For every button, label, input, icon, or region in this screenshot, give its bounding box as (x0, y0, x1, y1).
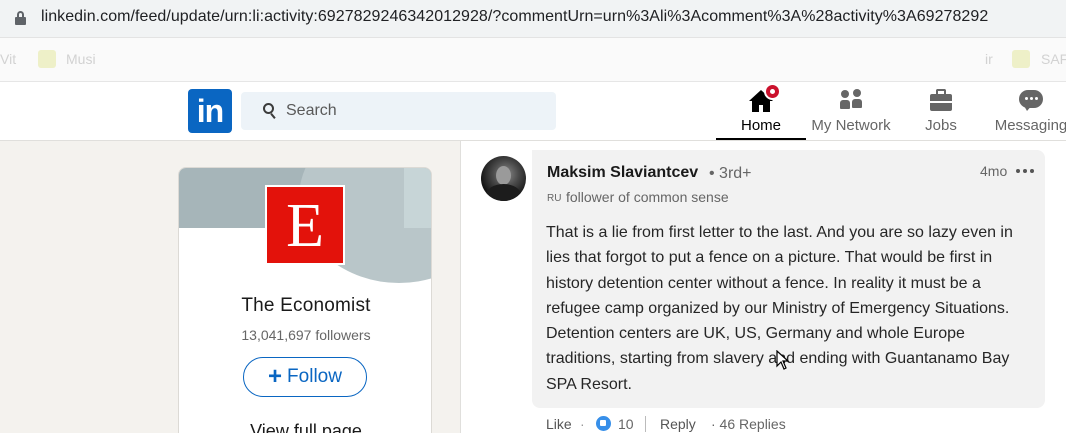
people-icon (838, 88, 864, 112)
replies-count[interactable]: · 46 Replies (711, 416, 786, 432)
bookmark-item[interactable]: Vit (0, 51, 16, 67)
follow-button[interactable]: + Follow (243, 357, 367, 397)
home-icon (748, 83, 781, 112)
nav-messaging[interactable]: Messaging (986, 82, 1066, 140)
notification-badge (764, 83, 781, 100)
country-flag: RU (547, 193, 562, 204)
nav-my-network-label: My Network (811, 117, 891, 134)
view-full-page-link[interactable]: View full page (179, 421, 431, 433)
like-button[interactable]: Like (546, 416, 572, 432)
reply-button[interactable]: Reply (660, 416, 696, 432)
author-headline: follower of common sense (566, 189, 729, 205)
company-logo[interactable]: E (265, 185, 345, 265)
mouse-cursor-icon (776, 350, 790, 370)
search-icon (263, 103, 279, 119)
browser-address-bar[interactable]: linkedin.com/feed/update/urn:li:activity… (0, 0, 1066, 38)
like-reaction-icon (596, 416, 611, 431)
search-box[interactable] (241, 92, 556, 130)
message-icon (1018, 88, 1044, 112)
plus-icon: + (268, 363, 283, 390)
nav-home-label: Home (740, 117, 781, 134)
linkedin-logo[interactable]: in (188, 89, 232, 133)
nav-home[interactable]: Home (716, 82, 806, 140)
bookmark-favicon-icon (1012, 50, 1030, 68)
lock-icon (15, 11, 26, 25)
follow-label: Follow (287, 366, 342, 387)
url-text[interactable]: linkedin.com/feed/update/urn:li:activity… (41, 8, 988, 26)
nav-my-network[interactable]: My Network (806, 82, 896, 140)
like-count[interactable]: 10 (618, 416, 634, 432)
search-input[interactable] (286, 92, 546, 130)
comment-text: That is a lie from first letter to the l… (546, 224, 1013, 393)
company-name[interactable]: The Economist (179, 295, 431, 317)
linkedin-header: in Home My Network Jobs (0, 82, 1066, 141)
company-card: E The Economist 13,041,697 followers + F… (178, 167, 432, 433)
connection-degree: • 3rd+ (709, 165, 752, 182)
company-followers: 13,041,697 followers (241, 327, 371, 343)
divider (645, 416, 646, 432)
comment-author-name[interactable]: Maksim Slaviantcev (547, 164, 698, 182)
separator-dot: · (580, 416, 585, 432)
bookmark-item[interactable]: SAF (1041, 51, 1066, 67)
comment-timestamp: 4mo (980, 163, 1008, 179)
bookmark-item[interactable]: Musi (66, 51, 96, 67)
bookmark-item[interactable]: ir (985, 51, 993, 67)
more-options-icon[interactable] (1016, 169, 1034, 174)
briefcase-icon (928, 88, 954, 112)
nav-messaging-label: Messaging (994, 117, 1066, 134)
commenter-avatar[interactable] (481, 156, 526, 201)
bookmark-favicon-icon (38, 50, 56, 68)
nav-jobs[interactable]: Jobs (896, 82, 986, 140)
bookmarks-bar: Vit Musi ir SAF (0, 38, 1066, 82)
nav-jobs-label: Jobs (925, 117, 957, 134)
